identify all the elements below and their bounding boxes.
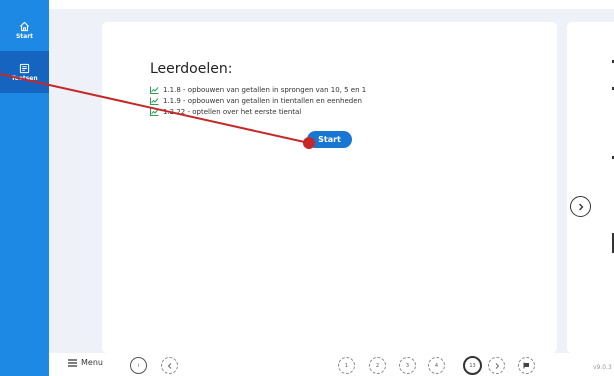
next-slide-button[interactable] [570, 196, 591, 217]
home-icon [19, 21, 30, 32]
goal-text: 1.1.8 - opbouwen van getallen in spronge… [163, 86, 367, 94]
next-page-button[interactable] [488, 357, 505, 374]
goal-text: 1.1.9 - opbouwen van getallen in tiental… [163, 97, 362, 105]
page-button-1[interactable]: 1 [338, 357, 355, 374]
chart-trend-icon [150, 97, 159, 105]
chart-trend-icon [150, 86, 159, 94]
sidebar-item-label: Toetsen [11, 74, 38, 82]
list-item: 1.1.8 - opbouwen van getallen in spronge… [150, 85, 366, 95]
chevron-left-icon [167, 362, 171, 369]
next-card-preview [567, 22, 614, 353]
menu-button[interactable]: Menu [68, 358, 103, 367]
start-button[interactable]: Start [307, 131, 352, 148]
info-icon: i [137, 362, 140, 369]
page-number: 4 [434, 362, 439, 369]
top-strip [0, 0, 614, 9]
page-title: Leerdoelen: [150, 61, 233, 77]
list-item: 1.1.9 - opbouwen van getallen in tiental… [150, 96, 366, 106]
page-button-4[interactable]: 4 [428, 357, 445, 374]
page-number: 13 [469, 362, 476, 369]
chevron-right-icon [495, 362, 499, 369]
page-button-2[interactable]: 2 [369, 357, 386, 374]
chart-trend-icon [150, 108, 159, 116]
page-number: 3 [405, 362, 410, 369]
sidebar-item-label: Start [15, 32, 34, 40]
chevron-right-icon [578, 203, 583, 210]
info-button[interactable]: i [130, 357, 147, 374]
flag-button[interactable] [518, 357, 535, 374]
version-label: v9.0.3 [593, 364, 612, 371]
goal-text: 1.2.22 - optellen over het eerste tienta… [163, 108, 302, 116]
page-button-13[interactable]: 13 [463, 356, 482, 375]
goals-list: 1.1.8 - opbouwen van getallen in spronge… [150, 85, 366, 118]
page-button-3[interactable]: 3 [399, 357, 416, 374]
sidebar: Start Toetsen [0, 0, 49, 376]
sidebar-item-start[interactable]: Start [0, 9, 49, 51]
page-number: 1 [344, 362, 349, 369]
prev-page-button[interactable] [161, 357, 178, 374]
flag-icon [523, 362, 529, 369]
list-item: 1.2.22 - optellen over het eerste tienta… [150, 107, 366, 117]
menu-label: Menu [81, 358, 103, 367]
test-icon [19, 63, 30, 74]
page-number: 2 [375, 362, 380, 369]
sidebar-item-toetsen[interactable]: Toetsen [0, 51, 49, 93]
hamburger-icon [68, 358, 77, 367]
